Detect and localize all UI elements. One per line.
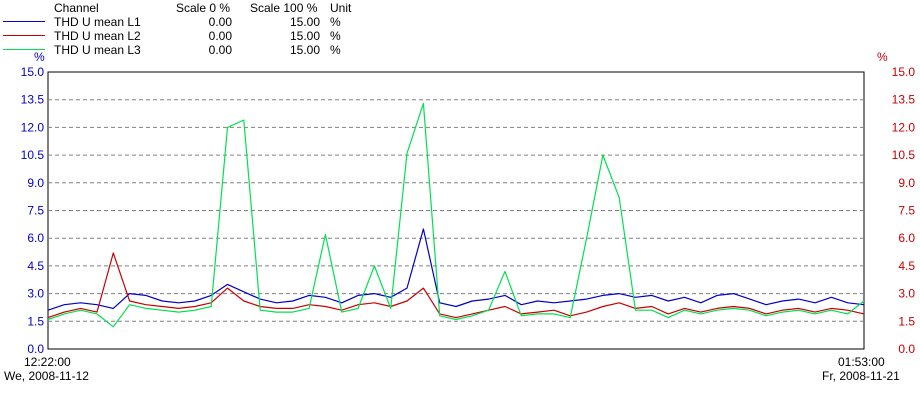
right-tick-label: 10.5 [892, 148, 916, 162]
right-tick-label: 7.5 [898, 204, 915, 218]
right-tick-label: 12.0 [892, 120, 916, 134]
right-tick-label: 1.5 [898, 314, 915, 328]
right-axis-unit: % [877, 50, 888, 64]
left-tick-label: 9.0 [27, 176, 44, 190]
series-line-2 [47, 252, 865, 319]
end-date: Fr, 2008-11-21 [822, 369, 900, 383]
thd-chart[interactable]: 0.0 1.5 3.0 4.5 6.0 7.5 9.0 10.5 12.0 13.5 15.0 0.… [0, 0, 920, 402]
left-tick-label: 4.5 [27, 259, 44, 273]
right-tick-label: 13.5 [892, 93, 916, 107]
left-axis: 0.0 1.5 3.0 4.5 6.0 7.5 9.0 10.5 12.0 13.5 15.0 [21, 65, 45, 356]
left-tick-label: 3.0 [27, 287, 44, 301]
left-tick-label: 12.0 [21, 120, 45, 134]
left-tick-label: 0.0 [27, 342, 44, 356]
left-tick-label: 1.5 [27, 314, 44, 328]
start-date: We, 2008-11-12 [4, 369, 89, 383]
right-tick-label: 6.0 [898, 231, 915, 245]
left-axis-unit: % [34, 50, 45, 64]
start-time: 12:22:00 [24, 355, 71, 369]
left-tick-label: 13.5 [21, 93, 45, 107]
left-tick-label: 6.0 [27, 231, 44, 245]
right-tick-label: 15.0 [892, 65, 916, 79]
right-axis: 0.0 1.5 3.0 4.5 6.0 7.5 9.0 10.5 12.0 13.5 15.0 [892, 65, 916, 356]
left-tick-label: 15.0 [21, 65, 45, 79]
right-tick-label: 9.0 [898, 176, 915, 190]
left-tick-label: 7.5 [27, 204, 44, 218]
right-tick-label: 4.5 [898, 259, 915, 273]
left-tick-label: 10.5 [21, 148, 45, 162]
end-time: 01:53:00 [838, 355, 885, 369]
series-line-1 [47, 228, 865, 311]
right-tick-label: 0.0 [898, 342, 915, 356]
right-tick-label: 3.0 [898, 287, 915, 301]
